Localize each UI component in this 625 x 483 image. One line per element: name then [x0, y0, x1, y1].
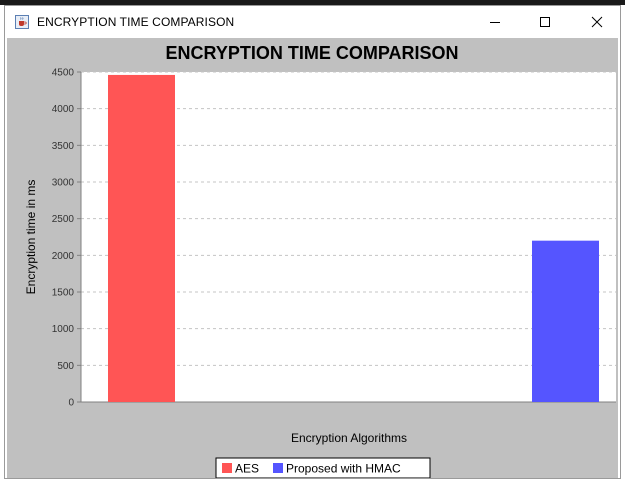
y-tick-label: 3500 [52, 141, 75, 152]
legend-aes-label: AES [235, 462, 259, 476]
legend-hmac-label: Proposed with HMAC [286, 462, 401, 476]
y-tick-label: 1000 [52, 324, 75, 335]
y-tick-label: 4000 [52, 104, 75, 115]
app-window: ENCRYPTION TIME COMPARISON ENCRYPTION TI… [4, 5, 621, 479]
bar-hmac [532, 240, 599, 402]
maximize-button[interactable] [522, 6, 568, 38]
bar-chart: ENCRYPTION TIME COMPARISON 0 500 1000 1500 20… [24, 43, 616, 479]
chart-panel: ENCRYPTION TIME COMPARISON 0 500 1000 1500 20… [7, 38, 618, 479]
window-title: ENCRYPTION TIME COMPARISON [37, 15, 235, 29]
y-tick-label: 0 [68, 398, 74, 409]
chart-title: ENCRYPTION TIME COMPARISON [165, 43, 458, 63]
bar-aes [108, 74, 175, 402]
y-axis-label: Encryption time in ms [24, 180, 38, 295]
minimize-icon [490, 22, 500, 23]
y-tick-label: 500 [57, 361, 74, 372]
legend-hmac-swatch [273, 463, 283, 473]
minimize-button[interactable] [472, 6, 518, 38]
y-tick-label: 1500 [52, 288, 75, 299]
title-bar[interactable]: ENCRYPTION TIME COMPARISON [5, 6, 620, 38]
legend-aes-swatch [222, 463, 232, 473]
close-button[interactable] [574, 6, 620, 38]
close-icon [591, 16, 603, 28]
y-tick-label: 2000 [52, 251, 75, 262]
x-axis-label: Encryption Algorithms [291, 431, 407, 445]
y-tick-label: 3000 [52, 178, 75, 189]
y-tick-label: 2500 [52, 214, 75, 225]
java-cup-icon [15, 15, 29, 29]
maximize-icon [540, 17, 550, 27]
y-tick-label: 4500 [52, 68, 75, 79]
